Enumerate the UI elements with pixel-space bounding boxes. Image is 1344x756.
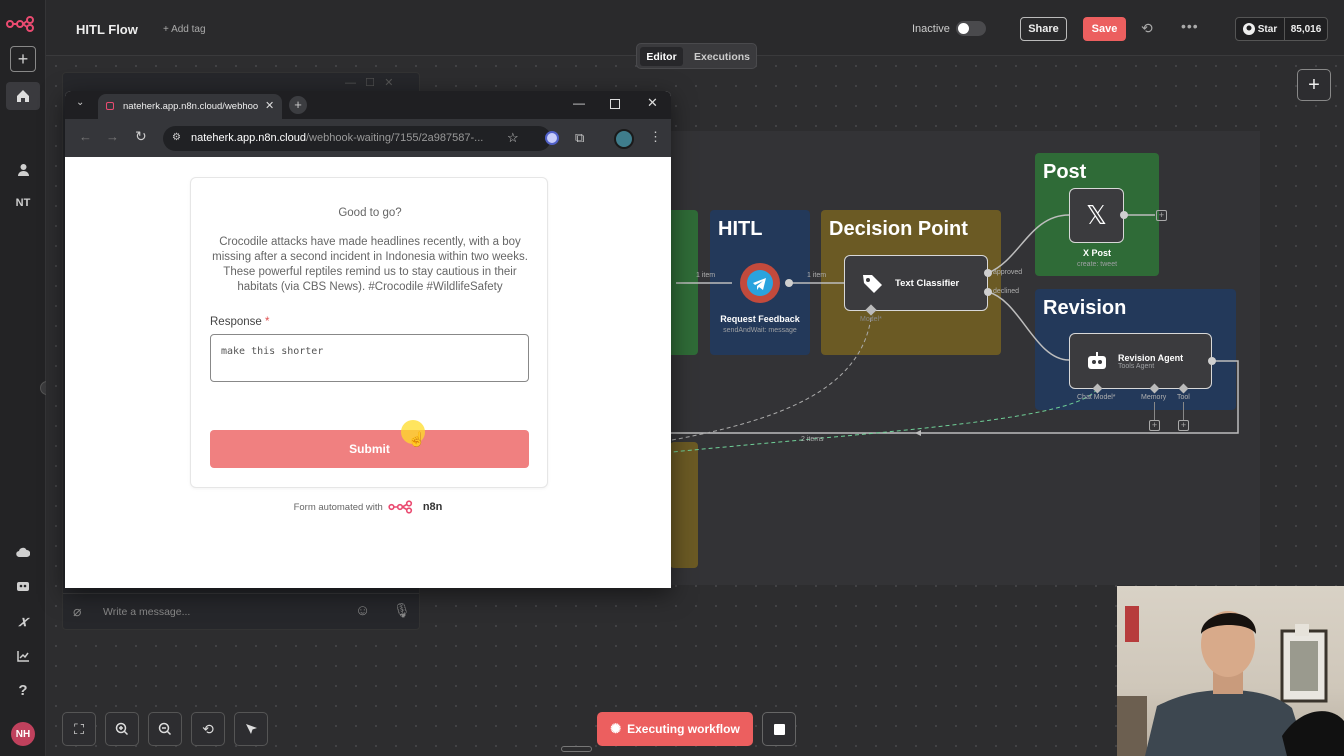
tab-list-icon[interactable]: ⌄ bbox=[76, 97, 84, 108]
response-label: Response * bbox=[210, 316, 269, 328]
edge-label-one-item: 1 item bbox=[696, 272, 716, 279]
edge-label-two-items: 2 items bbox=[801, 436, 824, 443]
form-footer-brand: n8n bbox=[422, 501, 443, 513]
webcam-overlay bbox=[1117, 586, 1344, 756]
response-label-text: Response bbox=[210, 316, 262, 328]
close-window-icon[interactable]: ✕ bbox=[647, 95, 658, 111]
minimize-window-icon[interactable]: — bbox=[573, 96, 585, 110]
required-marker: * bbox=[265, 316, 270, 328]
browser-tab-active[interactable]: nateherk.app.n8n.cloud/webhoo ✕ bbox=[98, 94, 282, 119]
tidy-up-button[interactable] bbox=[234, 712, 268, 746]
stop-execution-button[interactable] bbox=[762, 712, 796, 746]
forward-arrow-icon[interactable]: → bbox=[106, 129, 119, 144]
text-classifier-node[interactable]: Text Classifier bbox=[844, 255, 988, 311]
request-feedback-node[interactable] bbox=[732, 255, 788, 311]
chat-model-port-label: Chat Model* bbox=[1077, 394, 1116, 401]
microphone-icon[interactable]: 🎙 bbox=[393, 602, 411, 619]
chat-message-input[interactable]: Write a message... bbox=[103, 606, 190, 618]
cursor-icon bbox=[245, 723, 257, 734]
telegram-icon bbox=[740, 263, 780, 303]
page-content: Good to go? Crocodile attacks have made … bbox=[65, 157, 671, 588]
memory-port-label: Memory bbox=[1141, 394, 1167, 401]
form-footer-text: Form automated with bbox=[293, 501, 383, 513]
presenter-video bbox=[1117, 606, 1344, 756]
approved-output-port[interactable] bbox=[984, 269, 992, 277]
request-feedback-subtitle: sendAndWait: message bbox=[723, 327, 797, 334]
zoom-out-button[interactable] bbox=[148, 712, 182, 746]
browser-menu-icon[interactable]: ⋮ bbox=[649, 129, 662, 145]
submit-button-label: Submit bbox=[349, 442, 390, 456]
text-classifier-label: Text Classifier bbox=[895, 277, 960, 289]
stop-icon bbox=[773, 723, 785, 735]
request-feedback-output-port[interactable] bbox=[785, 279, 793, 287]
executing-workflow-label: Executing workflow bbox=[627, 722, 740, 736]
url-host: nateherk.app.n8n.cloud bbox=[191, 132, 306, 144]
tag-icon bbox=[863, 275, 882, 293]
revision-agent-subtitle: Tools Agent bbox=[1118, 362, 1155, 370]
robot-icon bbox=[1088, 352, 1106, 369]
browser-tab-title: nateherk.app.n8n.cloud/webhoo bbox=[123, 101, 259, 112]
extensions-icon[interactable]: ⧉ bbox=[575, 130, 584, 146]
spinner-icon: ✺ bbox=[610, 721, 622, 736]
n8n-favicon-icon bbox=[106, 102, 114, 110]
browser-tab-strip: ⌄ nateherk.app.n8n.cloud/webhoo ✕ + — ✕ bbox=[65, 91, 671, 119]
attachment-icon[interactable]: ⌀ bbox=[73, 603, 81, 620]
form-heading: Good to go? bbox=[338, 207, 402, 219]
form-message: Crocodile attacks have made headlines re… bbox=[212, 236, 528, 293]
hand-cursor-icon: ☝ bbox=[408, 431, 426, 447]
address-bar[interactable]: ⚙ nateherk.app.n8n.cloud/webhook-waiting… bbox=[163, 126, 551, 151]
edge-label-declined: declined bbox=[993, 288, 1020, 295]
x-post-add-button[interactable]: + bbox=[1156, 210, 1167, 221]
panel-resize-handle[interactable] bbox=[561, 746, 592, 752]
add-tool-button[interactable]: + bbox=[1178, 420, 1189, 431]
declined-output-port[interactable] bbox=[984, 288, 992, 296]
request-feedback-label: Request Feedback bbox=[720, 314, 800, 324]
memory-connector bbox=[1154, 402, 1155, 420]
reload-icon[interactable]: ↻ bbox=[135, 128, 147, 145]
new-tab-button[interactable]: + bbox=[289, 96, 307, 114]
zoom-out-icon bbox=[158, 722, 172, 736]
fit-view-button[interactable]: ⛶ bbox=[62, 712, 96, 746]
url-path: /webhook-waiting/7155/2a987587-... bbox=[305, 132, 484, 144]
model-port-label: Model* bbox=[860, 316, 882, 323]
emoji-icon[interactable]: ☺ bbox=[355, 602, 370, 619]
x-post-output-port[interactable] bbox=[1120, 211, 1128, 219]
browser-window: ⌄ nateherk.app.n8n.cloud/webhoo ✕ + — ✕ … bbox=[65, 91, 671, 588]
tool-connector bbox=[1183, 402, 1184, 420]
bookmark-star-icon[interactable]: ☆ bbox=[507, 130, 519, 146]
form-footer: Form automated with n8n bbox=[65, 500, 671, 514]
back-arrow-icon[interactable]: ← bbox=[79, 129, 92, 144]
n8n-logo-icon bbox=[388, 500, 412, 514]
revision-agent-node[interactable]: Revision Agent Tools Agent bbox=[1069, 333, 1212, 389]
zoom-in-icon bbox=[115, 722, 129, 736]
tool-port-label: Tool bbox=[1177, 394, 1190, 401]
submit-button[interactable]: Submit bbox=[210, 430, 529, 468]
x-post-node[interactable]: 𝕏 bbox=[1069, 188, 1124, 243]
reset-zoom-button[interactable]: ⟲ bbox=[191, 712, 225, 746]
site-settings-icon[interactable]: ⚙ bbox=[172, 132, 181, 143]
x-logo-icon: 𝕏 bbox=[1086, 200, 1107, 231]
maximize-window-icon[interactable] bbox=[610, 99, 620, 109]
password-manager-icon[interactable] bbox=[545, 131, 559, 145]
edge-label-one-item: 1 item bbox=[807, 272, 827, 279]
executing-workflow-button[interactable]: ✺ Executing workflow bbox=[597, 712, 753, 746]
response-textarea[interactable]: make this shorter bbox=[210, 334, 529, 382]
chat-window-controls: — ☐ ✕ bbox=[345, 77, 394, 89]
form-card: Good to go? Crocodile attacks have made … bbox=[190, 177, 548, 488]
revision-agent-label: Revision Agent bbox=[1118, 352, 1184, 363]
revision-agent-output-port[interactable] bbox=[1208, 357, 1216, 365]
x-post-subtitle: create: tweet bbox=[1076, 261, 1118, 268]
edge-label-approved: approved bbox=[993, 269, 1023, 276]
add-memory-button[interactable]: + bbox=[1149, 420, 1160, 431]
profile-avatar-icon[interactable] bbox=[614, 129, 634, 149]
close-tab-icon[interactable]: ✕ bbox=[265, 99, 274, 112]
x-post-label: X Post bbox=[1082, 248, 1111, 258]
chat-input-bar: ⌀ Write a message... ☺ 🎙 bbox=[63, 593, 419, 629]
zoom-in-button[interactable] bbox=[105, 712, 139, 746]
